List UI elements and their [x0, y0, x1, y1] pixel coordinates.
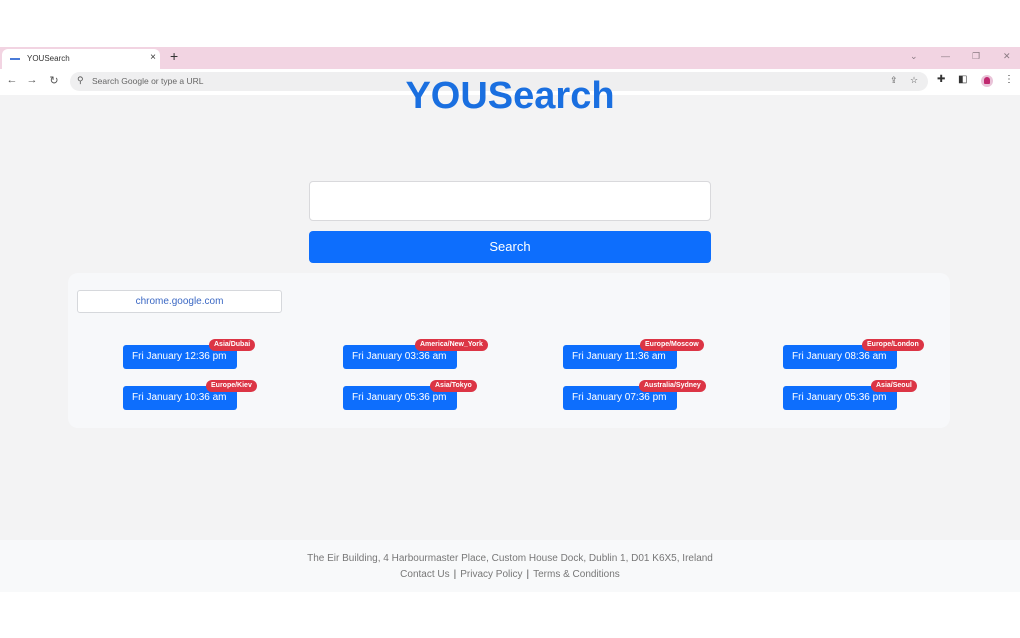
- timezone-badge: Australia/Sydney: [639, 380, 706, 392]
- timezone-badge: Asia/Tokyo: [430, 380, 477, 392]
- site-chip[interactable]: chrome.google.com: [77, 290, 282, 313]
- timezone-badge: America/New_York: [415, 339, 488, 351]
- page-content: YOUSearch Search chrome.google.com Fri J…: [0, 75, 1020, 592]
- new-tab-button[interactable]: +: [170, 48, 178, 64]
- maximize-icon[interactable]: ❐: [972, 51, 980, 62]
- timezone-badge: Europe/Kiev: [206, 380, 257, 392]
- search-input[interactable]: [309, 181, 711, 221]
- footer-address: The Eir Building, 4 Harbourmaster Place,…: [307, 553, 713, 564]
- minimize-icon[interactable]: —: [941, 51, 950, 61]
- page-logo: YOUSearch: [405, 75, 615, 117]
- timezone-badge: Asia/Dubai: [209, 339, 256, 351]
- footer-links: Contact Us | Privacy Policy | Terms & Condit…: [0, 569, 1020, 580]
- privacy-link[interactable]: Privacy Policy: [460, 569, 522, 580]
- tab-strip: YOUSearch × + ⌄ — ❐ ✕: [0, 47, 1020, 69]
- close-tab-icon[interactable]: ×: [148, 52, 158, 63]
- clock-panel: chrome.google.com Fri January 12:36 pm A…: [68, 273, 950, 428]
- search-button[interactable]: Search: [309, 231, 711, 263]
- tab-yousearch[interactable]: YOUSearch ×: [2, 49, 160, 69]
- divider: |: [526, 569, 530, 580]
- tab-title: YOUSearch: [27, 54, 70, 63]
- contact-link[interactable]: Contact Us: [400, 569, 449, 580]
- divider: |: [453, 569, 457, 580]
- timezone-badge: Asia/Seoul: [871, 380, 917, 392]
- timezone-badge: Europe/Moscow: [640, 339, 704, 351]
- timezone-badge: Europe/London: [862, 339, 924, 351]
- favicon-icon: [10, 58, 20, 60]
- footer: The Eir Building, 4 Harbourmaster Place,…: [0, 540, 1020, 592]
- terms-link[interactable]: Terms & Conditions: [533, 569, 620, 580]
- tab-search-dropdown-icon[interactable]: ⌄: [910, 51, 918, 62]
- window-close-icon[interactable]: ✕: [1003, 51, 1011, 62]
